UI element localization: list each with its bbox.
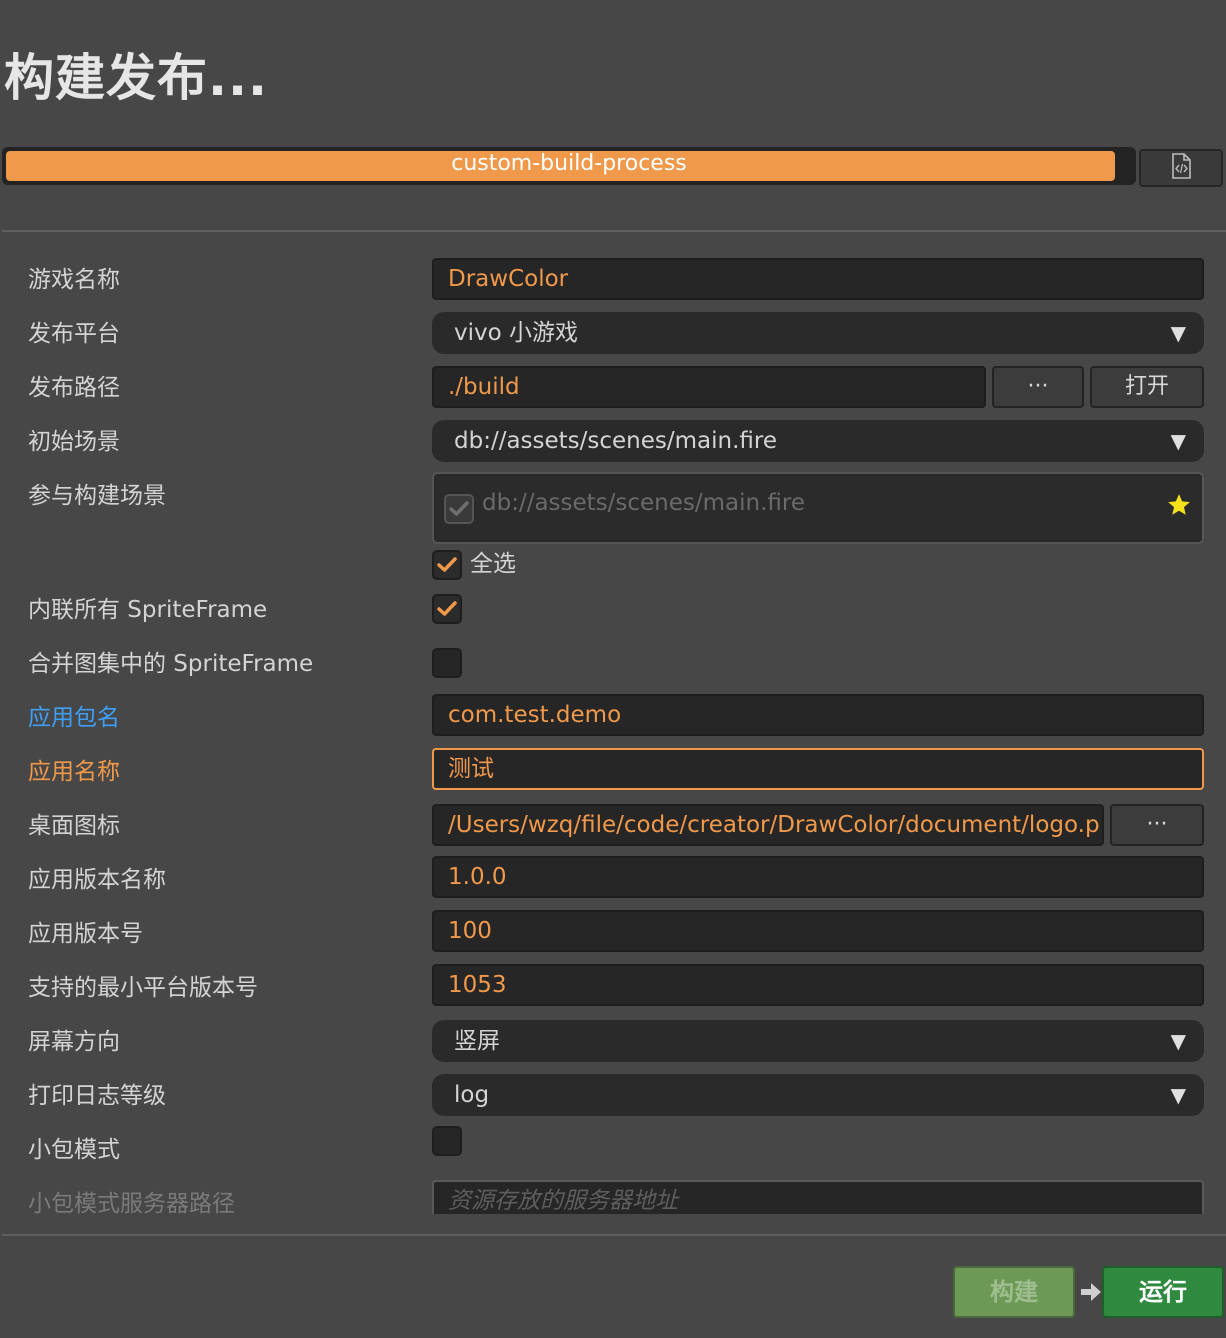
subpackage-checkbox[interactable]	[432, 1126, 462, 1156]
arrow-right-icon	[1079, 1280, 1103, 1308]
triangle-down-icon: ▼	[1170, 1029, 1186, 1053]
progress-label: custom-build-process	[451, 151, 687, 176]
version-number-input[interactable]: 100	[432, 910, 1204, 952]
app-name-input[interactable]: 测试	[432, 748, 1204, 790]
triangle-down-icon: ▼	[1170, 1083, 1186, 1107]
merge-spriteframe-label: 合并图集中的 SpriteFrame	[28, 651, 314, 677]
build-button[interactable]: 构建	[953, 1266, 1075, 1318]
subpackage-server-label: 小包模式服务器路径	[28, 1191, 235, 1214]
checkmark-icon	[449, 501, 469, 516]
log-level-select[interactable]: log ▼	[432, 1074, 1204, 1116]
version-name-input[interactable]: 1.0.0	[432, 856, 1204, 898]
build-path-open-button[interactable]: 打开	[1090, 366, 1204, 408]
scene-list: db://assets/scenes/main.fire	[432, 472, 1204, 544]
divider-bottom	[2, 1234, 1226, 1236]
icon-label: 桌面图标	[28, 813, 120, 839]
build-path-browse-button[interactable]: ···	[992, 366, 1084, 408]
code-document-icon	[1170, 153, 1192, 183]
triangle-down-icon: ▼	[1170, 429, 1186, 453]
log-level-label: 打印日志等级	[28, 1083, 166, 1109]
start-scene-label: 初始场景	[28, 429, 120, 455]
merge-spriteframe-checkbox[interactable]	[432, 648, 462, 678]
icon-path-input[interactable]: /Users/wzq/file/code/creator/DrawColor/d…	[432, 804, 1104, 846]
version-number-label: 应用版本号	[28, 921, 143, 947]
select-all-checkbox[interactable]	[432, 550, 462, 580]
build-form[interactable]: 游戏名称 DrawColor 发布平台 vivo 小游戏 ▼ 发布路径 ./bu…	[0, 232, 1226, 1214]
inline-spriteframe-label: 内联所有 SpriteFrame	[28, 597, 268, 623]
checkmark-icon	[437, 601, 457, 616]
start-scene-select[interactable]: db://assets/scenes/main.fire ▼	[432, 420, 1204, 462]
subpackage-server-input[interactable]: 资源存放的服务器地址	[432, 1180, 1204, 1214]
subpackage-label: 小包模式	[28, 1137, 120, 1163]
orientation-label: 屏幕方向	[28, 1029, 120, 1055]
game-name-input[interactable]: DrawColor	[432, 258, 1204, 300]
platform-value: vivo 小游戏	[454, 320, 578, 346]
build-path-input[interactable]: ./build	[432, 366, 986, 408]
log-level-value: log	[454, 1082, 490, 1108]
select-all-label: 全选	[470, 551, 516, 577]
inline-spriteframe-checkbox[interactable]	[432, 594, 462, 624]
min-platform-input[interactable]: 1053	[432, 964, 1204, 1006]
orientation-value: 竖屏	[454, 1028, 500, 1054]
version-name-label: 应用版本名称	[28, 867, 166, 893]
icon-browse-button[interactable]: ···	[1110, 804, 1204, 846]
game-name-label: 游戏名称	[28, 267, 120, 293]
app-name-label: 应用名称	[28, 759, 120, 785]
orientation-select[interactable]: 竖屏 ▼	[432, 1020, 1204, 1062]
platform-select[interactable]: vivo 小游戏 ▼	[432, 312, 1204, 354]
package-name-input[interactable]: com.test.demo	[432, 694, 1204, 736]
min-platform-label: 支持的最小平台版本号	[28, 975, 258, 1001]
start-scene-value: db://assets/scenes/main.fire	[454, 428, 778, 454]
open-log-button[interactable]	[1139, 149, 1223, 187]
checkmark-icon	[437, 557, 457, 572]
build-progress-bar: custom-build-process	[2, 147, 1136, 185]
star-icon[interactable]	[1166, 492, 1192, 522]
triangle-down-icon: ▼	[1170, 321, 1186, 345]
package-name-label: 应用包名	[28, 705, 120, 731]
platform-label: 发布平台	[28, 321, 120, 347]
build-path-label: 发布路径	[28, 375, 120, 401]
run-button[interactable]: 运行	[1102, 1266, 1224, 1318]
scenes-label: 参与构建场景	[28, 483, 166, 509]
window-title: 构建发布...	[4, 49, 268, 107]
scene-checkbox	[444, 494, 474, 524]
scene-path: db://assets/scenes/main.fire	[482, 490, 806, 516]
